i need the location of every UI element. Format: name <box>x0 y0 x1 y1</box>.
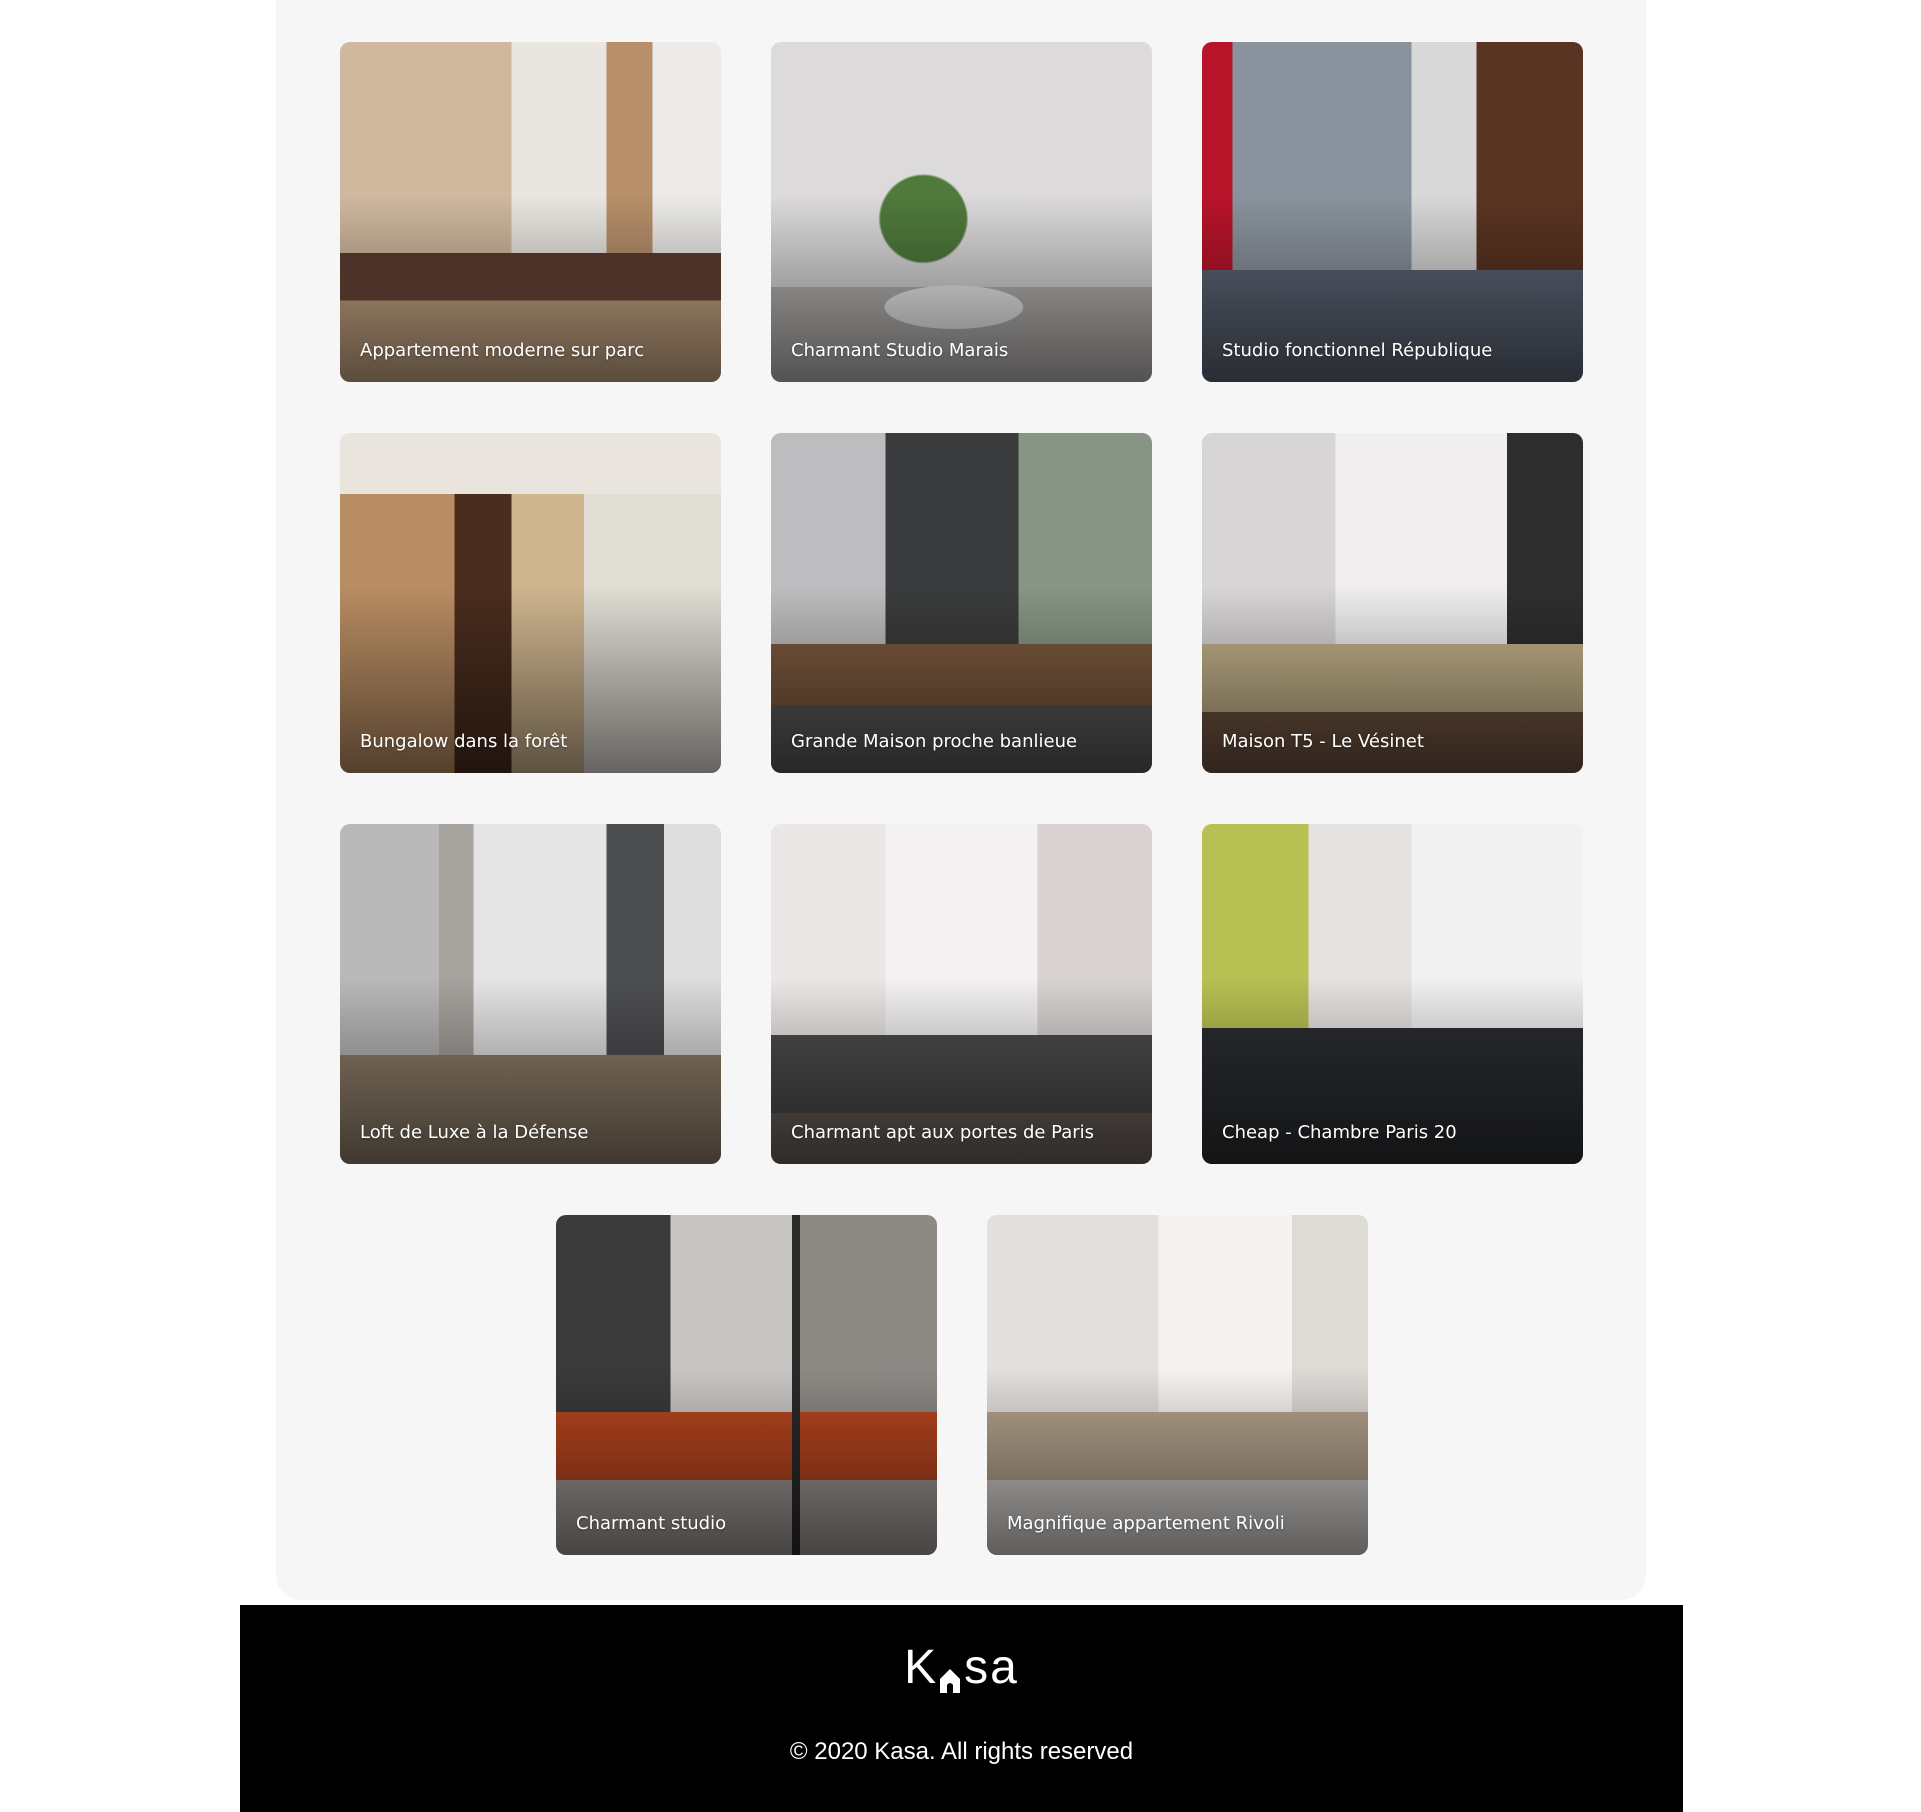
card-title: Bungalow dans la forêt <box>360 731 568 753</box>
housing-card[interactable]: Maison T5 - Le Vésinet <box>1202 433 1583 773</box>
logo-letter: K <box>904 1641 939 1695</box>
card-image <box>340 433 721 773</box>
card-image <box>1202 42 1583 382</box>
footer: Ksa © 2020 Kasa. All rights reserved <box>240 1605 1683 1812</box>
card-image <box>771 824 1152 1164</box>
card-image <box>1202 433 1583 773</box>
card-title: Grande Maison proche banlieue <box>791 731 1078 753</box>
card-title: Maison T5 - Le Vésinet <box>1222 731 1424 753</box>
housing-card[interactable]: Bungalow dans la forêt <box>340 433 721 773</box>
card-title: Appartement moderne sur parc <box>360 340 645 362</box>
card-image <box>1202 824 1583 1164</box>
housing-card[interactable]: Appartement moderne sur parc <box>340 42 721 382</box>
housing-card[interactable]: Charmant Studio Marais <box>771 42 1152 382</box>
page: Appartement moderne sur parc Charmant St… <box>0 0 1921 1812</box>
copyright-text: © 2020 Kasa. All rights reserved <box>789 1738 1134 1765</box>
housing-card[interactable]: Charmant studio <box>556 1215 937 1555</box>
house-icon <box>939 1655 961 1694</box>
housing-card[interactable]: Cheap - Chambre Paris 20 <box>1202 824 1583 1164</box>
housing-card[interactable]: Loft de Luxe à la Défense <box>340 824 721 1164</box>
housing-card[interactable]: Magnifique appartement Rivoli <box>987 1215 1368 1555</box>
card-image <box>340 824 721 1164</box>
card-title: Charmant Studio Marais <box>791 340 1009 362</box>
housing-gallery: Appartement moderne sur parc Charmant St… <box>276 0 1646 1600</box>
card-image <box>771 42 1152 382</box>
card-title: Magnifique appartement Rivoli <box>1007 1513 1285 1535</box>
housing-card[interactable]: Grande Maison proche banlieue <box>771 433 1152 773</box>
card-title: Loft de Luxe à la Défense <box>360 1122 589 1144</box>
housing-card[interactable]: Charmant apt aux portes de Paris <box>771 824 1152 1164</box>
card-image <box>987 1215 1368 1555</box>
logo-letters: sa <box>964 1641 1019 1695</box>
card-title: Charmant studio <box>576 1513 727 1535</box>
card-title: Studio fonctionnel République <box>1222 340 1493 362</box>
card-image <box>340 42 721 382</box>
card-image <box>556 1215 937 1555</box>
housing-card[interactable]: Studio fonctionnel République <box>1202 42 1583 382</box>
card-title: Cheap - Chambre Paris 20 <box>1222 1122 1457 1144</box>
card-title: Charmant apt aux portes de Paris <box>791 1122 1095 1144</box>
card-image <box>771 433 1152 773</box>
kasa-logo: Ksa <box>240 1641 1683 1695</box>
